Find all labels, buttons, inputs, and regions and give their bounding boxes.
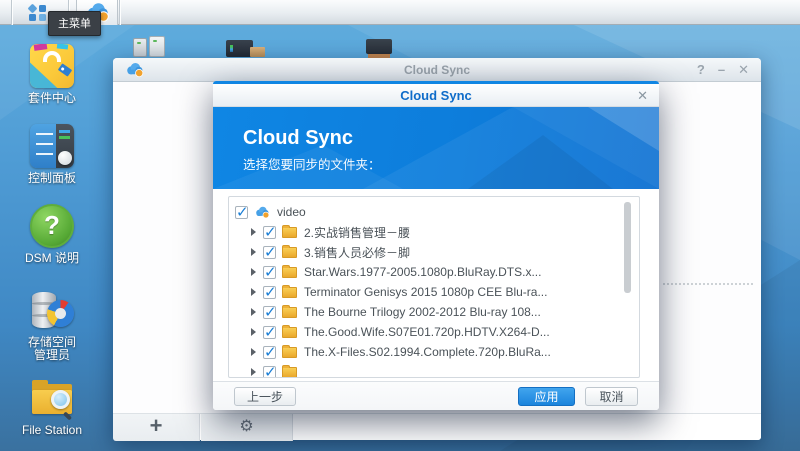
tooltip: 主菜单	[48, 11, 101, 36]
wallpaper-nas-device	[149, 36, 165, 57]
desktop-icon-label: DSM 说明	[8, 252, 96, 265]
minimize-button[interactable]: –	[718, 62, 725, 77]
tree-row[interactable]	[235, 362, 639, 378]
tree-item-label: video	[277, 205, 306, 219]
help-question-icon: ?	[30, 204, 74, 248]
cloud-share-icon	[254, 206, 271, 219]
dialog-close-button[interactable]: ✕	[637, 88, 648, 104]
tree-row[interactable]: Star.Wars.1977-2005.1080p.BluRay.DTS.x..…	[235, 262, 639, 282]
settings-button[interactable]: ⚙	[201, 414, 293, 441]
expand-arrow-icon[interactable]	[251, 308, 256, 316]
gear-icon: ⚙	[239, 418, 253, 435]
checkbox[interactable]	[263, 326, 276, 339]
back-button[interactable]: 上一步	[234, 387, 296, 406]
tree-item-label: The Bourne Trilogy 2002-2012 Blu-ray 108…	[304, 305, 541, 319]
taskbar	[0, 0, 800, 25]
folder-icon	[282, 287, 297, 298]
wallpaper-nas-device	[226, 40, 253, 57]
desktop-icon-label: File Station	[8, 424, 96, 437]
checkbox[interactable]	[263, 366, 276, 379]
expand-arrow-icon[interactable]	[251, 248, 256, 256]
checkbox[interactable]	[235, 206, 248, 219]
cloud-sync-dialog: Cloud Sync ✕ Cloud Sync 选择您要同步的文件夹：	[213, 81, 659, 410]
dialog-banner: Cloud Sync 选择您要同步的文件夹：	[213, 107, 659, 189]
checkbox[interactable]	[263, 266, 276, 279]
desktop-icon-storage-manager[interactable]: 存储空间管理员	[8, 288, 96, 362]
desktop-icon-package-center[interactable]: 套件中心	[8, 44, 96, 105]
expand-arrow-icon[interactable]	[251, 228, 256, 236]
apply-button[interactable]: 应用	[518, 387, 575, 406]
desktop-icon-label: 套件中心	[8, 92, 96, 105]
checkbox[interactable]	[263, 286, 276, 299]
window-titlebar[interactable]: Cloud Sync ? – ✕	[113, 58, 761, 82]
banner-subtitle: 选择您要同步的文件夹：	[243, 154, 381, 173]
folder-icon	[282, 367, 297, 378]
tree-row[interactable]: 3.销售人员必修－脚	[235, 242, 639, 262]
wallpaper-nas-device	[133, 38, 147, 57]
tree-item-label: Terminator Genisys 2015 1080p CEE Blu-ra…	[304, 285, 547, 299]
checkbox[interactable]	[263, 226, 276, 239]
desktop-icon-label: 控制面板	[8, 172, 96, 185]
storage-manager-icon	[30, 288, 74, 332]
folder-icon	[282, 327, 297, 338]
wallpaper-box	[250, 47, 265, 57]
tree-row[interactable]: 2.实战销售管理－腰	[235, 222, 639, 242]
desktop-icon-control-panel[interactable]: 控制面板	[8, 124, 96, 185]
tree-item-label: The.Good.Wife.S07E01.720p.HDTV.X264-D...	[304, 325, 550, 339]
main-menu-icon	[28, 5, 48, 21]
scrollbar-thumb[interactable]	[624, 202, 631, 293]
folder-icon	[282, 267, 297, 278]
cancel-button[interactable]: 取消	[585, 387, 638, 406]
checkbox[interactable]	[263, 246, 276, 259]
tree-item-label: 2.实战销售管理－腰	[304, 224, 410, 241]
folder-tree: video 2.实战销售管理－腰 3.销售人员必修－脚	[228, 196, 640, 378]
checkbox[interactable]	[263, 346, 276, 359]
add-task-button[interactable]: +	[113, 414, 200, 441]
folder-icon	[282, 347, 297, 358]
folder-icon	[282, 227, 297, 238]
expand-arrow-icon[interactable]	[251, 328, 256, 336]
package-center-icon	[30, 44, 74, 88]
expand-arrow-icon[interactable]	[251, 288, 256, 296]
folder-icon	[282, 247, 297, 258]
expand-arrow-icon[interactable]	[251, 348, 256, 356]
tree-item-label: 3.销售人员必修－脚	[304, 244, 410, 261]
banner-title: Cloud Sync	[243, 127, 353, 150]
window-title: Cloud Sync	[113, 63, 761, 77]
checkbox[interactable]	[263, 306, 276, 319]
window-footer: + ⚙	[113, 413, 761, 440]
tree-row[interactable]: The.Good.Wife.S07E01.720p.HDTV.X264-D...	[235, 322, 639, 342]
desktop-icon-dsm-help[interactable]: ? DSM 说明	[8, 204, 96, 265]
folder-icon	[282, 307, 297, 318]
help-button[interactable]: ?	[697, 62, 705, 77]
desktop-icon-label: 存储空间管理员	[8, 336, 96, 362]
taskbar-divider	[11, 0, 12, 25]
close-button[interactable]: ✕	[738, 62, 749, 77]
control-panel-icon	[30, 124, 74, 168]
wallpaper-nas-device	[366, 39, 392, 54]
taskbar-divider	[119, 0, 120, 25]
tree-item-label: The.X-Files.S02.1994.Complete.720p.BluRa…	[304, 345, 551, 359]
tree-row[interactable]: The Bourne Trilogy 2002-2012 Blu-ray 108…	[235, 302, 639, 322]
desktop: 主菜单 套件中心 控制面板 ? DSM 说明 存储空间管理员 File Stat…	[0, 0, 800, 451]
dialog-footer: 上一步 应用 取消	[213, 381, 659, 410]
expand-arrow-icon[interactable]	[251, 268, 256, 276]
desktop-icon-file-station[interactable]: File Station	[8, 376, 96, 437]
drop-area-dotted-line	[663, 283, 753, 285]
tree-item-label: Star.Wars.1977-2005.1080p.BluRay.DTS.x..…	[304, 265, 541, 279]
dialog-title: Cloud Sync	[213, 88, 659, 103]
tree-row[interactable]: The.X-Files.S02.1994.Complete.720p.BluRa…	[235, 342, 639, 362]
tree-row[interactable]: Terminator Genisys 2015 1080p CEE Blu-ra…	[235, 282, 639, 302]
file-station-icon	[30, 376, 74, 420]
tree-root-row[interactable]: video	[235, 202, 639, 222]
dialog-titlebar[interactable]: Cloud Sync ✕	[213, 84, 659, 107]
expand-arrow-icon[interactable]	[251, 368, 256, 376]
